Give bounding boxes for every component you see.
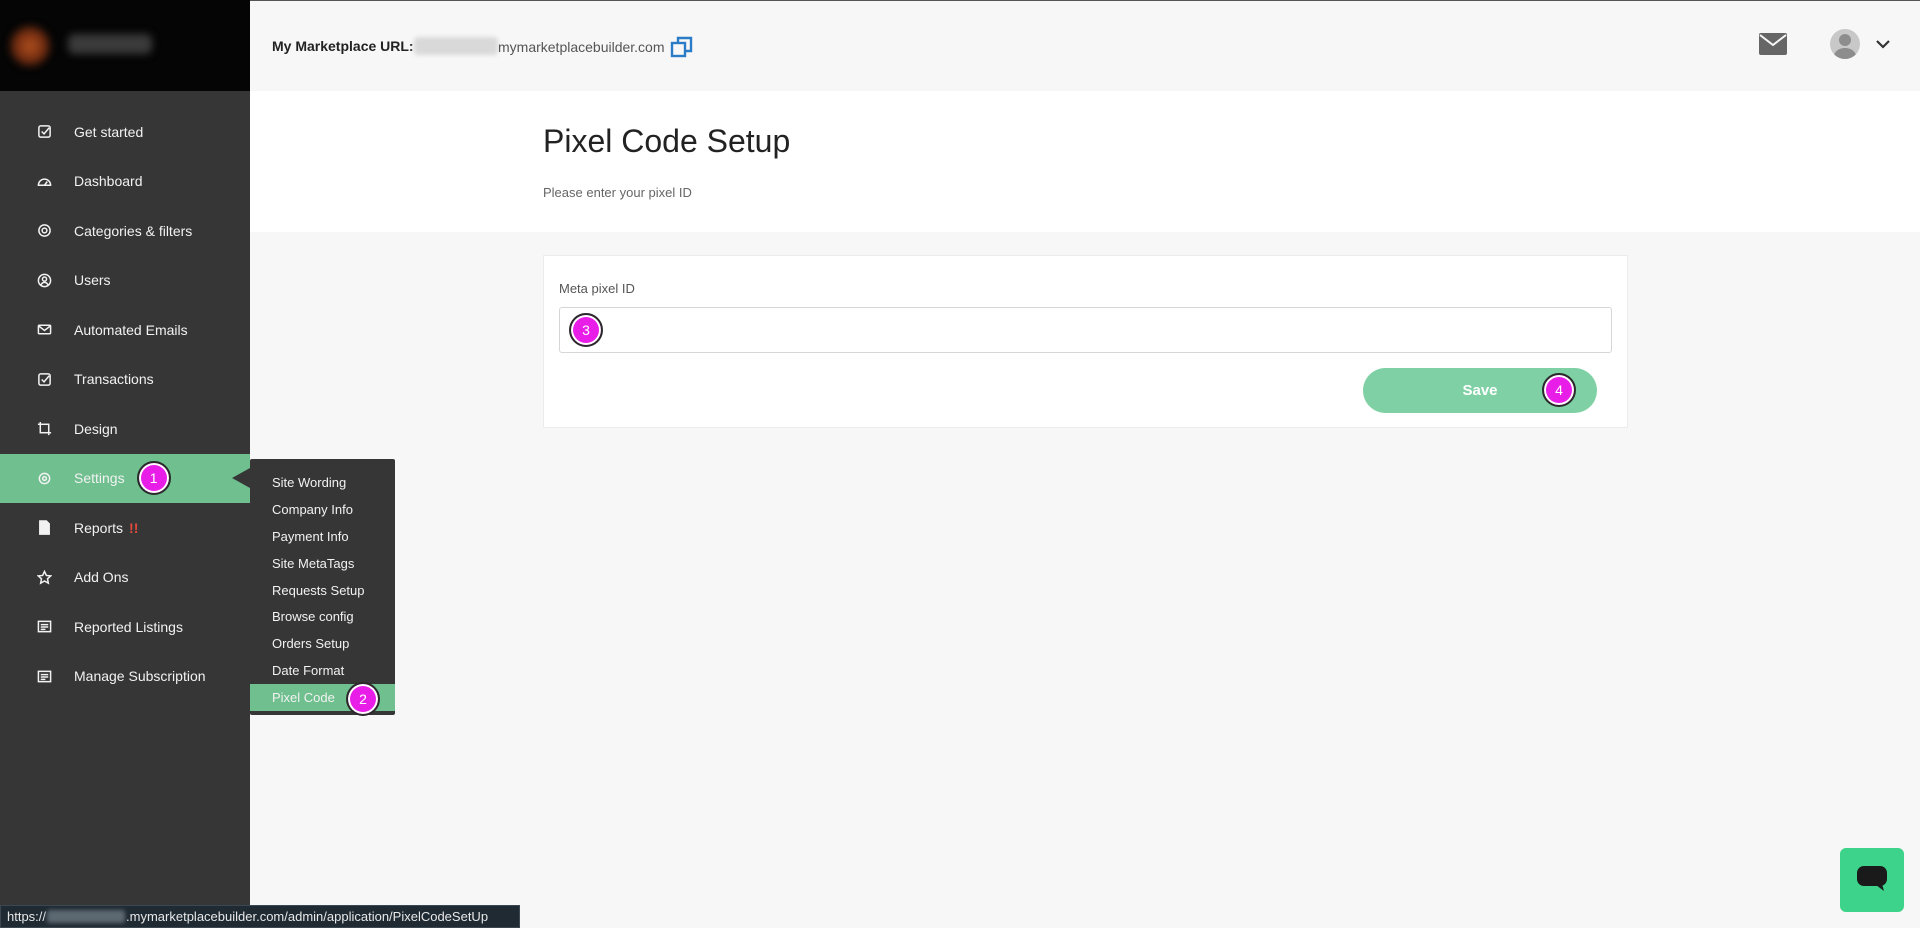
browser-status-bar: https:// .mymarketplacebuilder.com/admin… (0, 905, 520, 928)
chat-bubble-icon (1856, 864, 1888, 897)
user-circle-icon (36, 272, 52, 288)
step-marker-2: 2 (346, 682, 380, 717)
submenu-item-browse-config[interactable]: Browse config (250, 603, 395, 630)
sidebar-item-dashboard[interactable]: Dashboard (0, 157, 250, 207)
submenu-item-payment-info[interactable]: Payment Info (250, 523, 395, 550)
copy-icon[interactable] (670, 35, 694, 59)
chevron-down-icon[interactable] (1875, 37, 1891, 51)
sidebar-item-label: Reports (74, 519, 124, 536)
meta-pixel-id-label: Meta pixel ID (559, 281, 635, 296)
sidebar-item-reports[interactable]: Reports !! (0, 503, 250, 553)
list-icon (36, 619, 52, 635)
submenu-item-site-metatags[interactable]: Site MetaTags (250, 550, 395, 577)
sidebar-item-design[interactable]: Design (0, 404, 250, 454)
sidebar-item-label: Users (74, 272, 111, 289)
chat-widget-button[interactable] (1840, 848, 1904, 912)
gear-icon (36, 470, 52, 486)
status-url-suffix: .mymarketplacebuilder.com/admin/applicat… (126, 909, 489, 924)
submenu-item-pixel-code[interactable]: Pixel Code 2 (250, 682, 395, 717)
status-subdomain-blurred (47, 910, 126, 923)
sidebar-item-get-started[interactable]: Get started (0, 107, 250, 157)
sidebar-item-label: Get started (74, 123, 144, 140)
sidebar-item-label: Settings (74, 470, 125, 487)
sidebar-item-reported-listings[interactable]: Reported Listings (0, 602, 250, 652)
sidebar-item-manage-subscription[interactable]: Manage Subscription (0, 652, 250, 702)
status-url-prefix: https:// (7, 909, 47, 924)
sidebar-item-add-ons[interactable]: Add Ons (0, 553, 250, 603)
sidebar-item-label: Transactions (74, 371, 154, 388)
step-marker-3: 3 (569, 313, 603, 347)
submenu-item-orders-setup[interactable]: Orders Setup (250, 630, 395, 657)
meta-pixel-id-input[interactable] (559, 307, 1612, 353)
settings-submenu: Site Wording Company Info Payment Info S… (250, 459, 395, 717)
page-subtitle: Please enter your pixel ID (543, 185, 692, 200)
sidebar-item-settings[interactable]: Settings 1 (0, 453, 250, 503)
checkbox-icon (36, 371, 52, 387)
target-icon (36, 223, 52, 239)
submenu-item-date-format[interactable]: Date Format (250, 657, 395, 684)
sidebar: Get started Dashboard Categories & filte… (0, 0, 250, 928)
submenu-item-label: Pixel Code (272, 690, 335, 706)
sidebar-item-label: Dashboard (74, 173, 143, 190)
crop-icon (36, 421, 52, 437)
sidebar-item-users[interactable]: Users (0, 256, 250, 306)
sidebar-item-transactions[interactable]: Transactions (0, 355, 250, 405)
brand-logo (10, 26, 50, 66)
sidebar-item-label: Add Ons (74, 569, 129, 586)
submenu-item-site-wording[interactable]: Site Wording (250, 469, 395, 496)
submenu-item-company-info[interactable]: Company Info (250, 496, 395, 523)
sidebar-item-label: Categories & filters (74, 222, 193, 239)
star-icon (36, 569, 52, 585)
sidebar-item-label: Manage Subscription (74, 668, 206, 685)
page-title: Pixel Code Setup (543, 123, 791, 159)
page-header: Pixel Code Setup Please enter your pixel… (250, 91, 1920, 232)
sidebar-item-label: Automated Emails (74, 321, 188, 338)
avatar[interactable] (1830, 29, 1860, 59)
document-icon (36, 520, 52, 536)
marketplace-subdomain-blurred (414, 37, 498, 55)
pixel-code-form: Meta pixel ID 3 Save 4 (543, 255, 1628, 428)
top-header: My Marketplace URL: mymarketplacebuilder… (250, 0, 1920, 91)
sidebar-item-label: Design (74, 420, 118, 437)
checkbox-icon (36, 124, 52, 140)
submenu-item-requests-setup[interactable]: Requests Setup (250, 577, 395, 604)
brand-name-blurred (68, 34, 152, 54)
sidebar-item-label: Reported Listings (74, 618, 183, 635)
sidebar-item-automated-emails[interactable]: Automated Emails (0, 305, 250, 355)
step-marker-1: 1 (136, 461, 171, 496)
marketplace-url-label: My Marketplace URL: (272, 38, 414, 54)
step-marker-4: 4 (1542, 373, 1576, 407)
envelope-icon (36, 322, 52, 338)
list-icon (36, 668, 52, 684)
marketplace-url-domain[interactable]: mymarketplacebuilder.com (498, 39, 665, 55)
mail-icon[interactable] (1759, 33, 1787, 55)
gauge-icon (36, 173, 52, 189)
sidebar-item-categories[interactable]: Categories & filters (0, 206, 250, 256)
brand-area[interactable] (0, 0, 250, 91)
reports-alert-badge: !! (129, 519, 139, 536)
sidebar-nav: Get started Dashboard Categories & filte… (0, 107, 250, 701)
